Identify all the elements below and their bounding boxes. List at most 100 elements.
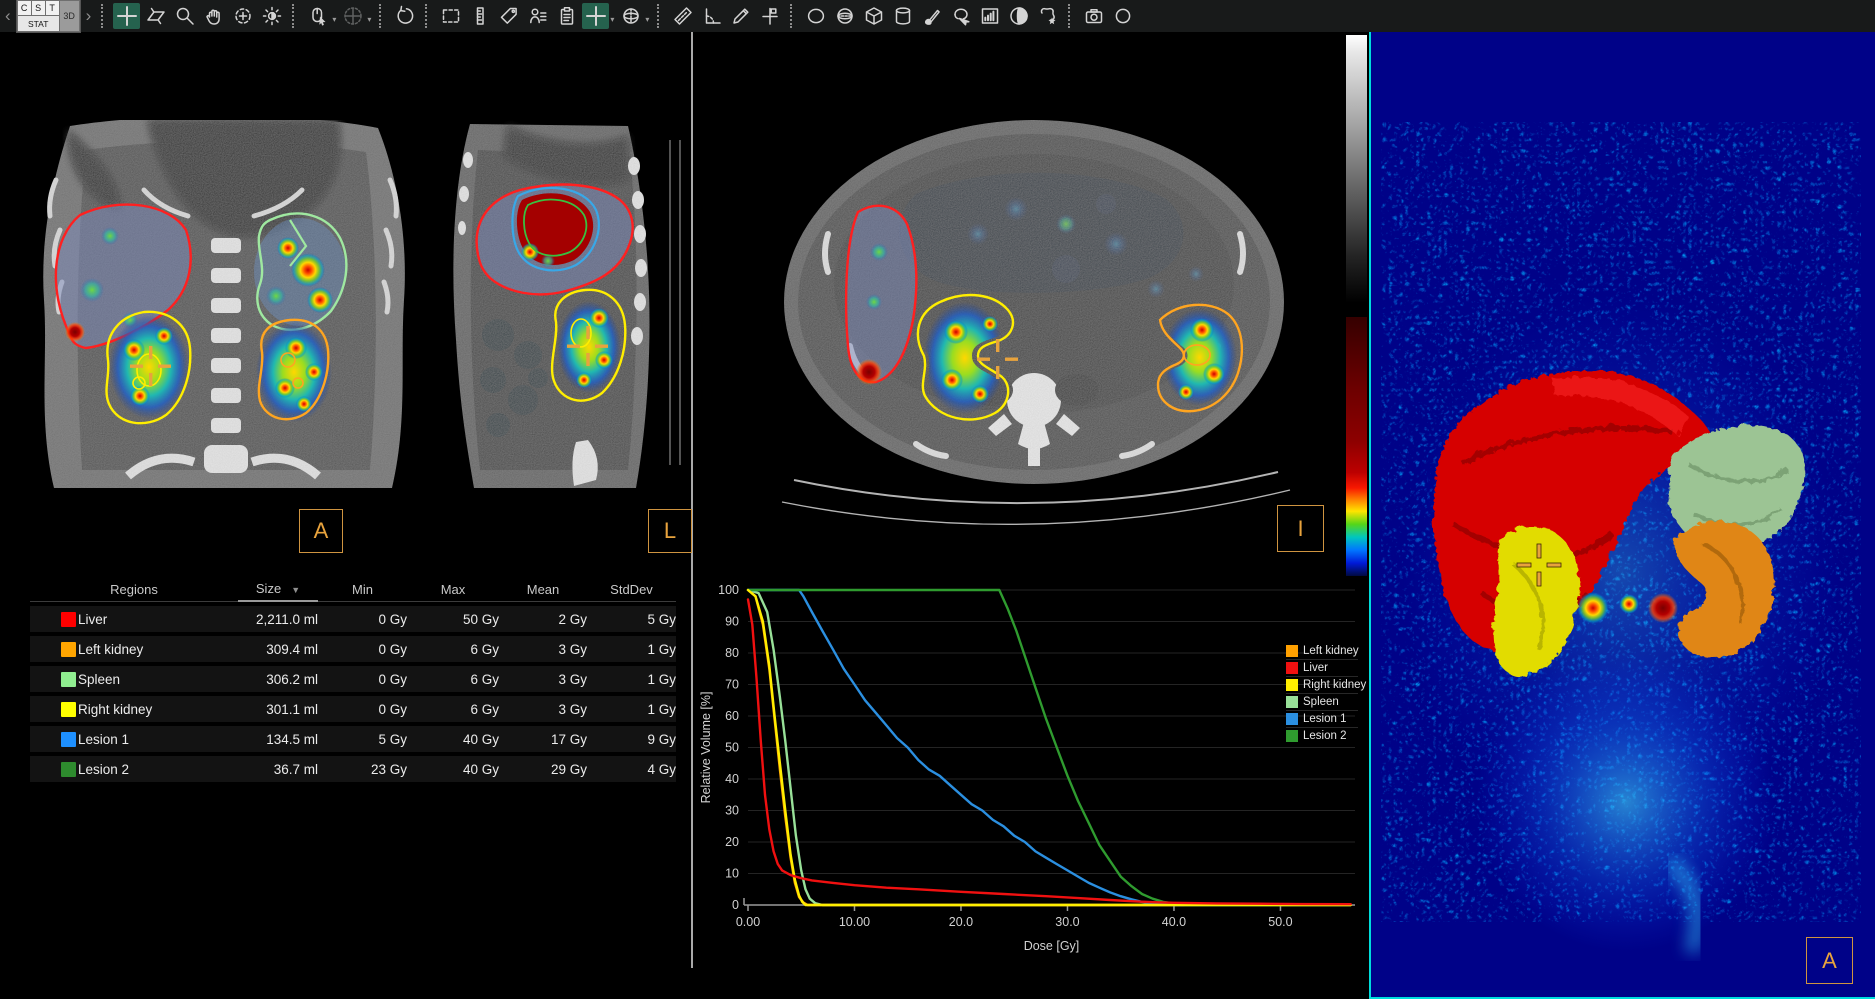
column-header-size[interactable]: Size▼ — [238, 578, 318, 602]
circle-icon — [1112, 5, 1134, 27]
region-histogram-tool[interactable] — [976, 3, 1003, 29]
legend-entry[interactable]: Lesion 2 — [1286, 728, 1358, 744]
layout-cell-transaxial[interactable]: T — [46, 1, 59, 15]
column-header-stddev[interactable]: StdDev — [587, 582, 676, 597]
window-level-tool[interactable] — [258, 3, 285, 29]
move-arrows-icon — [342, 5, 364, 27]
move-tool-dropdown[interactable]: ▾ — [367, 15, 371, 24]
toolbar-separator — [657, 4, 662, 28]
legend-entry[interactable]: Lesion 1 — [1286, 711, 1358, 728]
layout-cell-coronal[interactable]: C — [18, 1, 31, 15]
histogram-icon — [979, 5, 1001, 27]
viewport-sagittal[interactable] — [438, 120, 686, 490]
viewport-coronal[interactable] — [8, 120, 438, 490]
pet-dose-colorbar[interactable] — [1346, 317, 1367, 576]
point-localizer-dropdown[interactable]: ▾ — [610, 15, 614, 24]
region-row[interactable]: Spleen306.2 ml0 Gy6 Gy3 Gy1 Gy — [30, 666, 676, 692]
column-header-max[interactable]: Max — [407, 582, 499, 597]
screenshot-camera-tool[interactable] — [1080, 3, 1107, 29]
region-row[interactable]: Liver2,211.0 ml0 Gy50 Gy2 Gy5 Gy — [30, 606, 676, 632]
blob-star-icon — [1037, 5, 1059, 27]
zoom-tool[interactable] — [171, 3, 198, 29]
sphere-localizer-tool[interactable] — [617, 3, 644, 29]
sphere-localizer-dropdown[interactable]: ▾ — [645, 15, 649, 24]
tag-tool[interactable] — [495, 3, 522, 29]
contour-star-tool[interactable] — [1034, 3, 1061, 29]
region-stddev-cell: 1 Gy — [587, 702, 676, 717]
viewport-3d-volume[interactable] — [1369, 30, 1875, 999]
legend-label: Spleen — [1303, 696, 1339, 708]
angle-icon — [701, 5, 723, 27]
mouse-mode-dropdown[interactable]: ▾ — [332, 15, 336, 24]
draw-cylinder-tool[interactable] — [889, 3, 916, 29]
region-min-cell: 0 Gy — [318, 612, 407, 627]
region-color-swatch[interactable] — [61, 672, 76, 687]
point-marker-tool[interactable] — [756, 3, 783, 29]
legend-entry[interactable]: Right kidney — [1286, 677, 1358, 694]
regions-table-header: Regions Size▼ Min Max Mean StdDev — [30, 577, 676, 602]
move-tool[interactable] — [339, 3, 366, 29]
draw-ellipse-tool[interactable] — [802, 3, 829, 29]
angle-measure-tool[interactable] — [698, 3, 725, 29]
region-row[interactable]: Right kidney301.1 ml0 Gy6 Gy3 Gy1 Gy — [30, 696, 676, 722]
smart-select-tool[interactable] — [947, 3, 974, 29]
lasso-pointer-icon — [950, 5, 972, 27]
layout-cell-3d[interactable]: 3D — [60, 1, 79, 31]
region-mean-cell: 2 Gy — [499, 612, 587, 627]
column-header-regions[interactable]: Regions — [30, 582, 238, 597]
column-header-mean[interactable]: Mean — [499, 582, 587, 597]
oblique-slice-tool[interactable] — [142, 3, 169, 29]
region-max-cell: 6 Gy — [407, 702, 499, 717]
pencil-annotate-tool[interactable] — [727, 3, 754, 29]
region-color-swatch[interactable] — [61, 732, 76, 747]
region-color-swatch[interactable] — [61, 762, 76, 777]
y-tick-label: 50 — [725, 741, 739, 755]
region-max-cell: 40 Gy — [407, 732, 499, 747]
vertical-ruler-icon — [469, 5, 491, 27]
orientation-label-coronal: A — [299, 509, 343, 553]
column-header-min[interactable]: Min — [318, 582, 407, 597]
draw-cube-tool[interactable] — [860, 3, 887, 29]
marquee-select-tool[interactable] — [437, 3, 464, 29]
x-tick-label: 50.0 — [1268, 915, 1292, 929]
layout-prev-button[interactable]: ‹ — [2, 6, 14, 26]
contour-boolean-tool[interactable] — [1005, 3, 1032, 29]
paint-brush-tool[interactable] — [918, 3, 945, 29]
ct-grayscale-colorbar[interactable] — [1346, 35, 1367, 311]
patient-info-tool[interactable] — [524, 3, 551, 29]
sphere-grid-icon — [620, 5, 642, 27]
x-tick-label: 10.00 — [839, 915, 870, 929]
ruler-measure-tool[interactable] — [669, 3, 696, 29]
region-size-cell: 306.2 ml — [238, 672, 318, 687]
coronal-lesion-hotspot — [65, 322, 85, 342]
region-color-swatch[interactable] — [61, 702, 76, 717]
mouse-mode-tool[interactable] — [304, 3, 331, 29]
crosshair-tool[interactable] — [113, 3, 140, 29]
region-row[interactable]: Lesion 236.7 ml23 Gy40 Gy29 Gy4 Gy — [30, 756, 676, 782]
scale-ruler-tool[interactable] — [466, 3, 493, 29]
legend-entry[interactable]: Left kidney — [1286, 643, 1358, 660]
point-localizer-tool[interactable] — [582, 3, 609, 29]
pencil-icon — [730, 5, 752, 27]
draw-circle-tool[interactable] — [1109, 3, 1136, 29]
region-color-swatch[interactable] — [61, 642, 76, 657]
report-clipboard-tool[interactable] — [553, 3, 580, 29]
layout-selector[interactable]: C S T STAT 3D — [16, 0, 81, 33]
pane-divider[interactable] — [691, 32, 693, 968]
pan-tool[interactable] — [200, 3, 227, 29]
region-name-cell: Left kidney — [78, 642, 238, 657]
camera-icon — [1083, 5, 1105, 27]
region-row[interactable]: Left kidney309.4 ml0 Gy6 Gy3 Gy1 Gy — [30, 636, 676, 662]
viewport-axial[interactable] — [766, 84, 1306, 526]
layout-cell-sagittal[interactable]: S — [32, 1, 45, 15]
legend-entry[interactable]: Spleen — [1286, 694, 1358, 711]
layout-next-button[interactable]: › — [83, 6, 95, 26]
region-row[interactable]: Lesion 1134.5 ml5 Gy40 Gy17 Gy9 Gy — [30, 726, 676, 752]
dvh-chart[interactable]: 0.0010.0020.030.040.050.0010203040506070… — [698, 577, 1358, 987]
region-color-swatch[interactable] — [61, 612, 76, 627]
rotate-view-tool[interactable] — [229, 3, 256, 29]
legend-entry[interactable]: Liver — [1286, 660, 1358, 677]
layout-cell-stat[interactable]: STAT — [18, 16, 59, 31]
reset-view-tool[interactable] — [391, 3, 418, 29]
draw-sphere-tool[interactable] — [831, 3, 858, 29]
